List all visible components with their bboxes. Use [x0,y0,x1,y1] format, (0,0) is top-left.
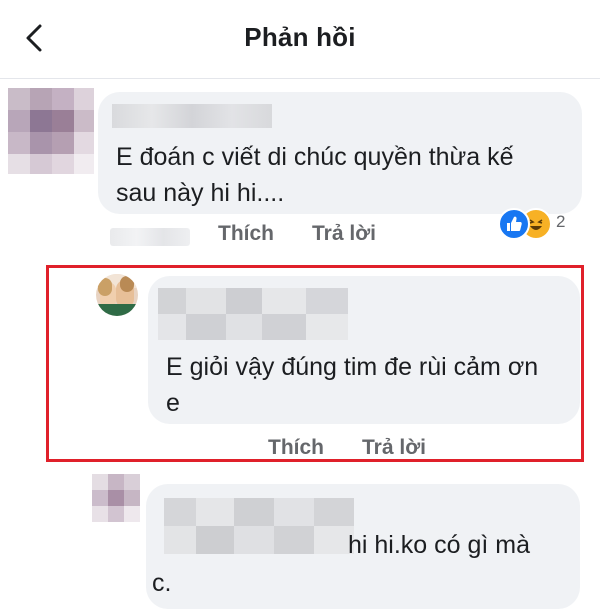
reply-button[interactable]: Trả lời [362,436,426,460]
comment-text: c. [152,569,172,597]
comment-text: e [166,389,180,417]
author-name[interactable] [112,104,272,128]
timestamp [110,228,190,246]
author-name[interactable] [164,498,354,554]
page-title: Phản hồi [244,22,356,52]
comment-bubble: E đoán c viết di chúc quyền thừa kế sau … [98,92,582,214]
reaction-count: 2 [556,212,566,231]
reaction-summary[interactable]: 2 [498,206,572,240]
comment-text: E giỏi vậy đúng tim đe rùi cảm ơn [166,353,539,381]
like-button[interactable]: Thích [268,436,324,460]
like-button[interactable]: Thích [218,222,274,246]
comment-bubble: hi hi.ko có gì mà c. [146,484,580,609]
avatar[interactable] [8,88,94,174]
like-reaction-icon [498,208,530,240]
reply-button[interactable]: Trả lời [312,222,376,246]
comment-bubble: E giỏi vậy đúng tim đe rùi cảm ơn e [148,276,580,424]
comment-text: sau này hi hi.... [116,179,285,207]
author-name[interactable] [158,288,348,340]
comment-text: hi hi.ko có gì mà [348,531,531,559]
avatar[interactable] [96,274,138,316]
comment-text: E đoán c viết di chúc quyền thừa kế [116,143,514,171]
top-bar: Phản hồi [0,0,600,79]
avatar[interactable] [92,474,140,522]
